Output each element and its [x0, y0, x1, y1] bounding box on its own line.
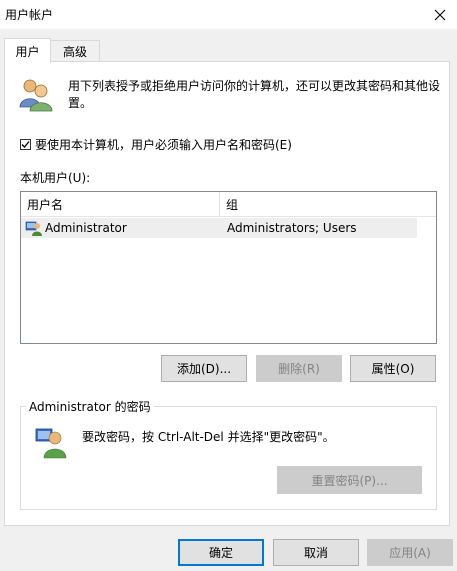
users-list-label: 本机用户(U):	[20, 171, 91, 185]
close-icon	[434, 9, 446, 20]
checkbox-box[interactable]	[20, 139, 31, 150]
cancel-button[interactable]: 取消	[273, 539, 359, 566]
tab-advanced[interactable]: 高级	[50, 40, 100, 62]
reset-password-button[interactable]: 重置密码(P)...	[277, 466, 422, 494]
column-header-username[interactable]: 用户名	[21, 192, 220, 216]
require-login-checkbox[interactable]: 要使用本计算机，用户必须输入用户名和密码(E)	[20, 136, 292, 153]
password-instructions: 要改密码，按 Ctrl-Alt-Del 并选择"更改密码"。	[82, 430, 335, 444]
add-user-button[interactable]: 添加(D)...	[161, 355, 247, 382]
tab-label: 高级	[62, 45, 87, 59]
users-listview[interactable]: 用户名 组 Administrator Administrators; User…	[20, 191, 437, 344]
ok-button[interactable]: 确定	[178, 539, 264, 566]
title-bar: 用户帐户	[0, 0, 457, 29]
close-button[interactable]	[423, 0, 457, 29]
table-row[interactable]: Administrator Administrators; Users	[21, 218, 417, 238]
column-label: 组	[226, 197, 239, 212]
user-password-icon	[34, 425, 68, 462]
remove-user-button[interactable]: 删除(R)	[256, 355, 342, 382]
window-title: 用户帐户	[5, 8, 54, 22]
cell-username: Administrator	[25, 218, 127, 238]
password-group-title: Administrator 的密码	[26, 398, 154, 415]
password-groupbox	[20, 406, 437, 510]
properties-button[interactable]: 属性(O)	[350, 355, 436, 382]
group-text: Administrators; Users	[227, 221, 357, 235]
listview-header: 用户名 组	[21, 192, 436, 217]
cell-group: Administrators; Users	[227, 218, 357, 238]
checkmark-icon	[21, 141, 30, 148]
checkbox-label: 要使用本计算机，用户必须输入用户名和密码(E)	[35, 138, 292, 152]
column-header-group[interactable]: 组	[220, 192, 436, 216]
user-icon	[25, 221, 42, 236]
tab-label: 用户	[15, 44, 40, 59]
users-icon	[17, 77, 53, 116]
info-description: 用下列表授予或拒绝用户访问你的计算机，还可以更改其密码和其他设置。	[68, 79, 441, 110]
column-label: 用户名	[27, 197, 64, 212]
username-text: Administrator	[45, 221, 127, 235]
apply-button[interactable]: 应用(A)	[367, 539, 453, 566]
tab-users[interactable]: 用户	[4, 38, 51, 63]
